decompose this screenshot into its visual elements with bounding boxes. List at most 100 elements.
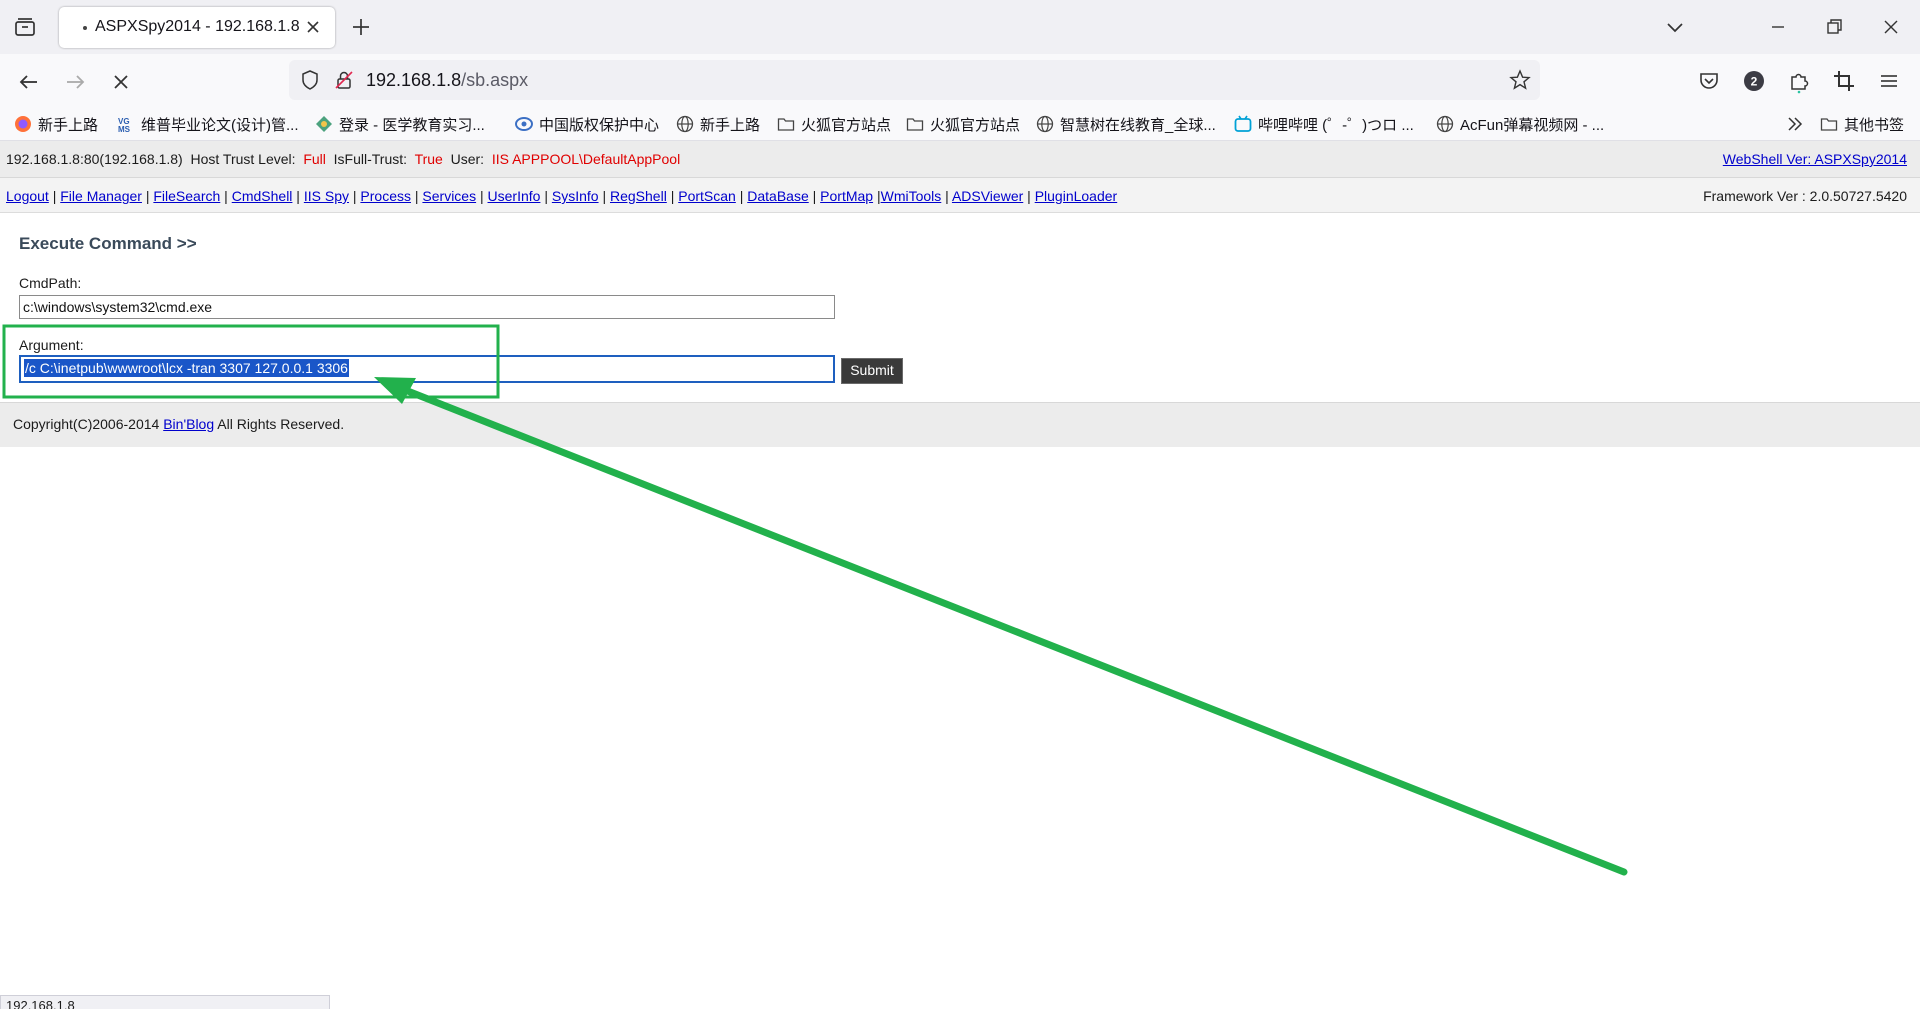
trust-value: Full: [303, 151, 326, 167]
other-bookmarks-label: 其他书签: [1844, 116, 1905, 134]
firefox-icon: [15, 116, 31, 132]
extensions-badge-icon[interactable]: 2: [1741, 68, 1767, 94]
bookmark-star-icon[interactable]: [1509, 69, 1531, 91]
cmdpath-input[interactable]: c:\windows\system32\cmd.exe: [19, 295, 835, 319]
bookmark-label: 智慧树在线教育_全球...: [1060, 116, 1216, 134]
copyright-prefix: Copyright(C)2006-2014: [13, 416, 164, 432]
submit-button[interactable]: Submit: [841, 358, 903, 384]
forward-icon[interactable]: [61, 68, 89, 96]
status-bar: 192.168.1.8: [0, 995, 330, 1009]
active-tab[interactable]: ASPXSpy2014 - 192.168.1.8: [59, 7, 335, 48]
bookmark-folder[interactable]: 火狐官方站点: [777, 113, 891, 135]
fulltrust-value: True: [414, 151, 443, 167]
menu-hamburger-icon[interactable]: [1876, 68, 1902, 94]
menu-portscan[interactable]: PortScan: [678, 188, 736, 204]
user-value: IIS APPPOOL\DefaultAppPool: [491, 151, 681, 167]
copyright-suffix: All Rights Reserved.: [214, 416, 345, 432]
menu-services[interactable]: Services: [422, 188, 476, 204]
bookmark-item[interactable]: 登录 - 医学教育实习...: [315, 113, 485, 135]
new-tab-icon[interactable]: [349, 15, 373, 39]
bilibili-icon: [1234, 115, 1252, 132]
minimize-icon[interactable]: [1764, 14, 1792, 40]
host-info: 192.168.1.8:80(192.168.1.8) Host Trust L…: [6, 151, 680, 167]
bookmark-label: 维普毕业论文(设计)管...: [141, 116, 299, 134]
bookmark-item[interactable]: 哔哩哔哩 (゜-゜)つロ ...: [1234, 113, 1414, 135]
bookmark-item[interactable]: VG MS 维普毕业论文(设计)管...: [117, 113, 299, 135]
bookmark-item[interactable]: 智慧树在线教育_全球...: [1036, 113, 1216, 135]
folder-icon: [906, 118, 924, 131]
menu-file-manager[interactable]: File Manager: [60, 188, 142, 204]
menu-pluginloader[interactable]: PluginLoader: [1035, 188, 1118, 204]
tab-list-icon[interactable]: [12, 15, 38, 41]
menu-logout[interactable]: Logout: [6, 188, 49, 204]
bookmark-label: 新手上路: [38, 116, 99, 134]
menu-iis-spy[interactable]: IIS Spy: [304, 188, 349, 204]
list-all-tabs-icon[interactable]: [1661, 14, 1689, 40]
crop-screenshot-icon[interactable]: [1831, 68, 1857, 94]
tab-bar: ASPXSpy2014 - 192.168.1.8: [0, 0, 1920, 54]
bookmark-label: 火狐官方站点: [801, 116, 892, 134]
page-footer: Copyright(C)2006-2014 Bin'Blog All Right…: [0, 402, 1920, 447]
other-bookmarks-folder[interactable]: 其他书签: [1820, 113, 1904, 135]
pocket-icon[interactable]: [1696, 68, 1722, 94]
vgms-icon: VGMS: [118, 117, 131, 133]
argument-label: Argument:: [19, 337, 84, 353]
tab-title: ASPXSpy2014 - 192.168.1.8: [95, 18, 300, 35]
address-bar[interactable]: 192.168.1.8/sb.aspx: [289, 60, 1540, 100]
argument-selected-text: /c C:\inetpub\wwwroot\lcx -tran 3307 127…: [24, 359, 349, 377]
url-path: /sb.aspx: [461, 70, 529, 90]
puzzle-extensions-icon[interactable]: [1786, 68, 1812, 94]
close-tab-icon[interactable]: [302, 16, 324, 38]
chevron-more-bookmarks-icon[interactable]: [1785, 114, 1805, 134]
menu-portmap[interactable]: PortMap: [820, 188, 873, 204]
menu-process[interactable]: Process: [360, 188, 411, 204]
trust-label: Host Trust Level:: [190, 151, 296, 167]
tracking-protection-icon[interactable]: [299, 69, 321, 91]
copyright-center-icon: [515, 117, 533, 131]
bookmarks-toolbar: 新手上路 VG MS 维普毕业论文(设计)管... 登录 - 医学教育实习... …: [0, 108, 1920, 141]
menu-adsviewer[interactable]: ADSViewer: [952, 188, 1023, 204]
bookmark-item[interactable]: 中国版权保护中心: [515, 113, 659, 135]
url-text[interactable]: 192.168.1.8/sb.aspx: [366, 70, 528, 91]
navigation-toolbar: 192.168.1.8/sb.aspx 2: [0, 54, 1920, 108]
restore-icon[interactable]: [1820, 14, 1848, 40]
bookmark-label: 火狐官方站点: [930, 116, 1021, 134]
fulltrust-label: IsFull-Trust:: [333, 151, 408, 167]
menu-cmdshell[interactable]: CmdShell: [232, 188, 293, 204]
bookmark-folder[interactable]: 火狐官方站点: [906, 113, 1020, 135]
bookmark-label: 新手上路: [700, 116, 761, 134]
svg-text:MS: MS: [118, 125, 131, 133]
menu-links: Logout | File Manager | FileSearch | Cmd…: [6, 188, 1118, 204]
bookmark-item[interactable]: 新手上路: [676, 113, 760, 135]
insecure-lock-icon[interactable]: [333, 69, 355, 91]
menu-database[interactable]: DataBase: [747, 188, 808, 204]
loading-dot-icon: [83, 26, 87, 30]
bookmark-label: 中国版权保护中心: [539, 116, 660, 134]
site-icon: [316, 116, 332, 132]
stop-loading-icon[interactable]: [107, 68, 135, 96]
url-host: 192.168.1.8: [366, 70, 462, 90]
menu-userinfo[interactable]: UserInfo: [488, 188, 541, 204]
close-window-icon[interactable]: [1877, 14, 1905, 40]
bookmark-item[interactable]: 新手上路: [14, 113, 98, 135]
extensions-badge-count: 2: [1751, 75, 1758, 89]
argument-input[interactable]: /c C:\inetpub\wwwroot\lcx -tran 3307 127…: [19, 355, 835, 383]
menu-wmitools[interactable]: WmiTools: [881, 188, 942, 204]
webshell-version-link[interactable]: WebShell Ver: ASPXSpy2014: [1723, 151, 1907, 167]
folder-icon: [777, 118, 795, 131]
host-info-bar: 192.168.1.8:80(192.168.1.8) Host Trust L…: [0, 141, 1920, 178]
host-address: 192.168.1.8:80(192.168.1.8): [6, 151, 183, 167]
framework-version: Framework Ver : 2.0.50727.5420: [1703, 188, 1907, 204]
menu-sysinfo[interactable]: SysInfo: [552, 188, 599, 204]
globe-icon: [1436, 115, 1454, 133]
menu-regshell[interactable]: RegShell: [610, 188, 667, 204]
menu-filesearch[interactable]: FileSearch: [153, 188, 220, 204]
globe-icon: [676, 115, 694, 133]
bookmark-item[interactable]: AcFun弹幕视频网 - ...: [1436, 113, 1604, 135]
bookmark-label: AcFun弹幕视频网 - ...: [1460, 116, 1605, 134]
copyright-text: Copyright(C)2006-2014 Bin'Blog All Right…: [13, 416, 344, 432]
binblog-link[interactable]: Bin'Blog: [163, 416, 214, 432]
bookmark-label: 登录 - 医学教育实习...: [339, 116, 485, 134]
bookmark-label: 哔哩哔哩 (゜-゜)つロ ...: [1258, 116, 1414, 134]
back-icon[interactable]: [15, 68, 43, 96]
